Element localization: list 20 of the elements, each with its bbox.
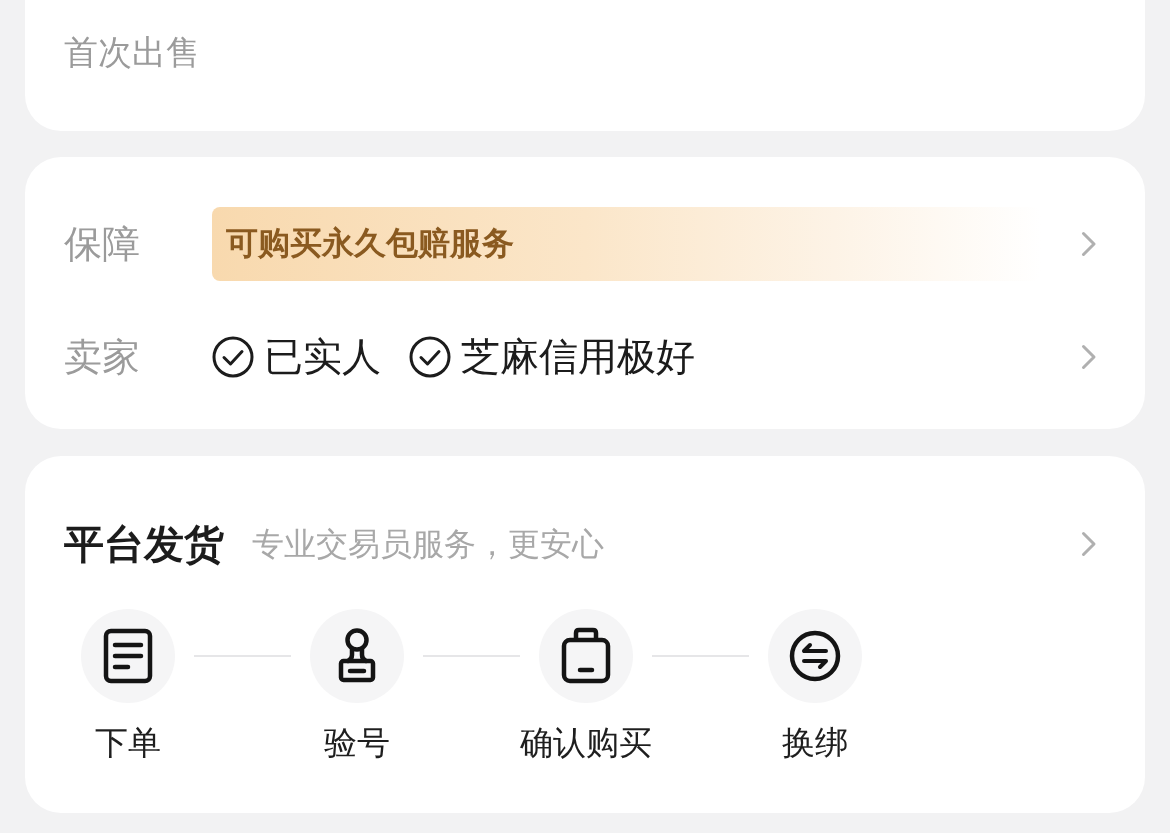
row-label: 保障 [64,221,141,267]
check-circle-icon [409,336,451,378]
chevron-right-icon[interactable] [1081,231,1097,257]
check-circle-icon [212,336,254,378]
step-label: 验号 [324,723,390,763]
stamp-icon [310,609,404,703]
listing-note: 首次出售 [64,31,200,73]
chevron-right-icon[interactable] [1081,531,1097,557]
section-title: 平台发货 [64,522,224,566]
step-label: 确认购买 [520,723,652,763]
shopping-bag-icon [539,609,633,703]
seller-credential-text: 芝麻信用极好 [461,333,695,381]
seller-credential-text: 已实人 [264,333,381,381]
step-label: 下单 [95,723,161,763]
chevron-right-icon[interactable] [1081,344,1097,370]
row-label: 卖家 [64,334,141,380]
section-subtitle: 专业交易员服务，更安心 [252,524,604,564]
document-icon [81,609,175,703]
step-label: 换绑 [782,723,848,763]
swap-icon [768,609,862,703]
